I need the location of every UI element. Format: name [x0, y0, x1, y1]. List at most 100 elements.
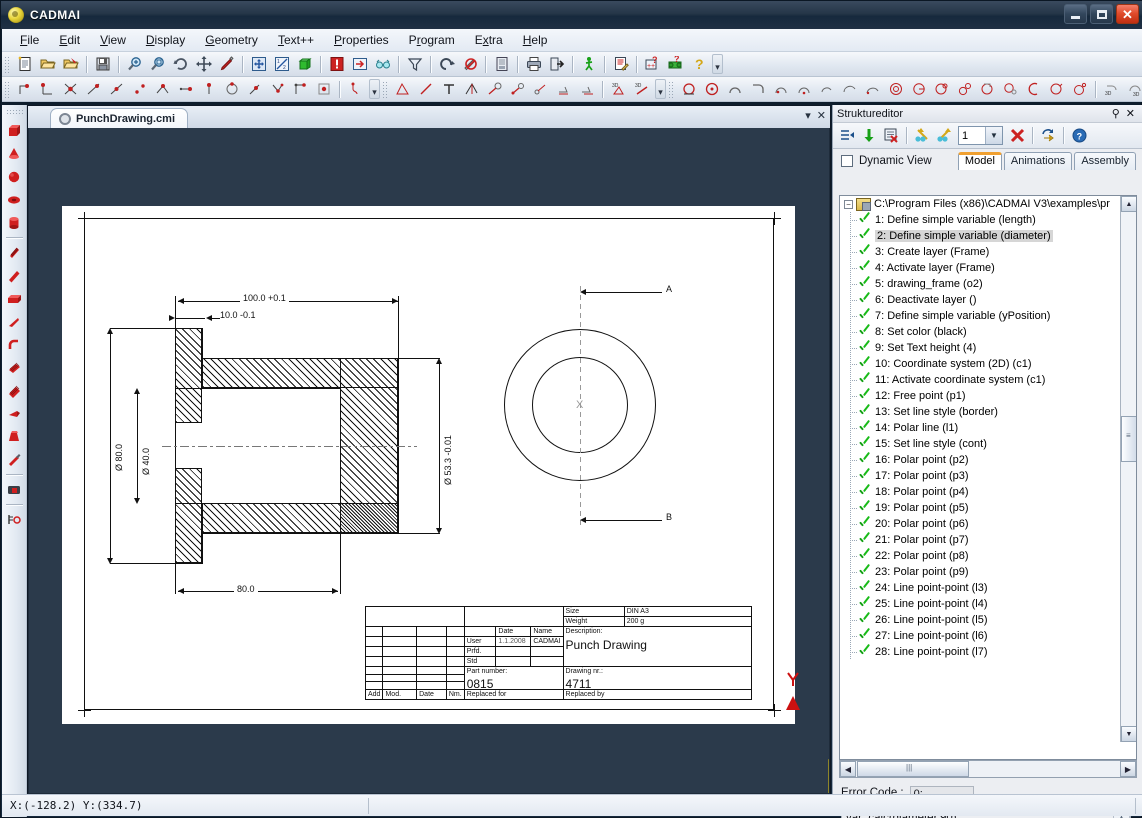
recalculate-icon[interactable]	[1037, 125, 1059, 147]
toolbar-grip[interactable]	[4, 80, 10, 98]
circle-trim-icon[interactable]	[977, 79, 998, 100]
solid-sphere-icon[interactable]	[4, 166, 25, 187]
pencil-icon[interactable]	[216, 54, 237, 75]
tab-close-button[interactable]: ✕	[817, 109, 826, 123]
circle-pair-icon[interactable]	[954, 79, 975, 100]
point-midline-icon[interactable]	[106, 79, 127, 100]
solid-torus-icon[interactable]	[4, 189, 25, 210]
save-disk-icon[interactable]	[92, 54, 113, 75]
arc-corner-icon[interactable]	[747, 79, 768, 100]
tab-assembly[interactable]: Assembly	[1074, 152, 1136, 170]
menu-properties[interactable]: Properties	[324, 30, 399, 50]
solid-box-icon[interactable]	[4, 120, 25, 141]
tree-item[interactable]: 27: Line point-point (l6)	[840, 628, 1121, 644]
tree-item[interactable]: 4: Activate layer (Frame)	[840, 260, 1121, 276]
run-person-icon[interactable]	[578, 54, 599, 75]
arc-icon[interactable]	[724, 79, 745, 100]
point-corner-icon[interactable]	[14, 79, 35, 100]
toolbar-grip[interactable]	[382, 80, 388, 98]
alert-red-icon[interactable]	[326, 54, 347, 75]
solid-prism-icon[interactable]	[4, 265, 25, 286]
step-into-icon[interactable]	[349, 54, 370, 75]
tree-item[interactable]: 24: Line point-point (l3)	[840, 580, 1121, 596]
tree-item[interactable]: 13: Set line style (border)	[840, 404, 1121, 420]
no-pencil-icon[interactable]	[459, 54, 480, 75]
toolbar-grip[interactable]	[668, 80, 674, 98]
pan-move-icon[interactable]	[193, 54, 214, 75]
solid-cylinder-icon[interactable]	[4, 212, 25, 233]
fit-all-icon[interactable]	[248, 54, 269, 75]
point-grid-icon[interactable]	[290, 79, 311, 100]
arc-sweep-icon[interactable]	[862, 79, 883, 100]
export-icon[interactable]	[546, 54, 567, 75]
minimize-button[interactable]	[1064, 4, 1087, 24]
line-tangent-circle-icon[interactable]	[484, 79, 505, 100]
point-center-icon[interactable]	[313, 79, 334, 100]
toolbar-overflow-button[interactable]: ▾	[712, 54, 723, 74]
step-count-spinner[interactable]: ▼	[958, 126, 1003, 145]
line-bisector-icon[interactable]	[461, 79, 482, 100]
collapse-icon[interactable]: −	[844, 199, 853, 209]
menu-edit[interactable]: Edit	[49, 30, 90, 50]
tree-item[interactable]: 23: Polar point (p9)	[840, 564, 1121, 580]
line-offset-icon[interactable]	[576, 79, 597, 100]
solid-cone-icon[interactable]	[4, 143, 25, 164]
tree-item[interactable]: 17: Polar point (p3)	[840, 468, 1121, 484]
half-view-icon[interactable]: 12	[271, 54, 292, 75]
tab-list-dropdown[interactable]: ▾	[805, 109, 811, 123]
line-parallel-icon[interactable]	[553, 79, 574, 100]
point-angle-icon[interactable]	[152, 79, 173, 100]
point-on-line-icon[interactable]	[83, 79, 104, 100]
open-folder-icon[interactable]	[37, 54, 58, 75]
zoom-in-icon[interactable]	[124, 54, 145, 75]
circle-two-tangent-icon[interactable]	[931, 79, 952, 100]
tree-item[interactable]: 20: Polar point (p6)	[840, 516, 1121, 532]
solid-screw-icon[interactable]	[4, 242, 25, 263]
point-origin-icon[interactable]	[37, 79, 58, 100]
circle-radius-icon[interactable]	[678, 79, 699, 100]
menu-help[interactable]: Help	[513, 30, 558, 50]
toolbar-grip[interactable]	[5, 109, 23, 115]
tree-item[interactable]: 21: Polar point (p7)	[840, 532, 1121, 548]
solid-bend-icon[interactable]	[4, 334, 25, 355]
circle-fillet-icon[interactable]	[1000, 79, 1021, 100]
undo-rotate-icon[interactable]	[436, 54, 457, 75]
zoom-window-icon[interactable]	[147, 54, 168, 75]
circle-tangent-icon[interactable]	[908, 79, 929, 100]
insert-node-icon[interactable]	[836, 125, 858, 147]
open-folder-red-icon[interactable]	[60, 54, 81, 75]
menu-extra[interactable]: Extra	[465, 30, 513, 50]
tree-item[interactable]: 26: Line point-point (l5)	[840, 612, 1121, 628]
tree-item[interactable]: 7: Define simple variable (yPosition)	[840, 308, 1121, 324]
scroll-thumb[interactable]	[1121, 416, 1136, 462]
solid-green-icon[interactable]	[294, 54, 315, 75]
tree-item[interactable]: 18: Polar point (p4)	[840, 484, 1121, 500]
refresh-icon[interactable]	[170, 54, 191, 75]
help-points-icon[interactable]: + +?	[642, 54, 663, 75]
move-up-blue-icon[interactable]	[933, 125, 955, 147]
new-document-icon[interactable]	[14, 54, 35, 75]
point-on-circle-icon[interactable]	[221, 79, 242, 100]
tree-root-node[interactable]: − C:\Program Files (x86)\CADMAI V3\examp…	[840, 196, 1121, 212]
tree-item[interactable]: 6: Deactivate layer ()	[840, 292, 1121, 308]
tree-vertical-scrollbar[interactable]: ▲ ▼	[1120, 196, 1136, 742]
document-page-icon[interactable]	[491, 54, 512, 75]
solid-taper-icon[interactable]	[4, 403, 25, 424]
drawing-canvas[interactable]: 100.0 +0.1 10.0 -0.1 80.0 Ø 80.0 Ø 40.0 …	[29, 128, 829, 793]
help-assembly-icon[interactable]: ?	[665, 54, 686, 75]
scroll-up-button[interactable]: ▲	[1121, 196, 1136, 212]
line-tangent-two-icon[interactable]	[530, 79, 551, 100]
line-perpendicular-icon[interactable]	[438, 79, 459, 100]
hscroll-thumb[interactable]	[857, 761, 969, 777]
glasses-icon[interactable]	[372, 54, 393, 75]
tree-item[interactable]: 11: Activate coordinate system (c1)	[840, 372, 1121, 388]
solid-boolean-icon[interactable]	[4, 479, 25, 500]
menu-file[interactable]: File	[10, 30, 49, 50]
solid-sweep-icon[interactable]	[4, 357, 25, 378]
tree-item[interactable]: 9: Set Text height (4)	[840, 340, 1121, 356]
close-button[interactable]: ✕	[1116, 4, 1139, 24]
menu-view[interactable]: View	[90, 30, 136, 50]
menu-display[interactable]: Display	[136, 30, 195, 50]
tree-item[interactable]: 8: Set color (black)	[840, 324, 1121, 340]
scroll-right-button[interactable]: ▶	[1120, 761, 1136, 777]
